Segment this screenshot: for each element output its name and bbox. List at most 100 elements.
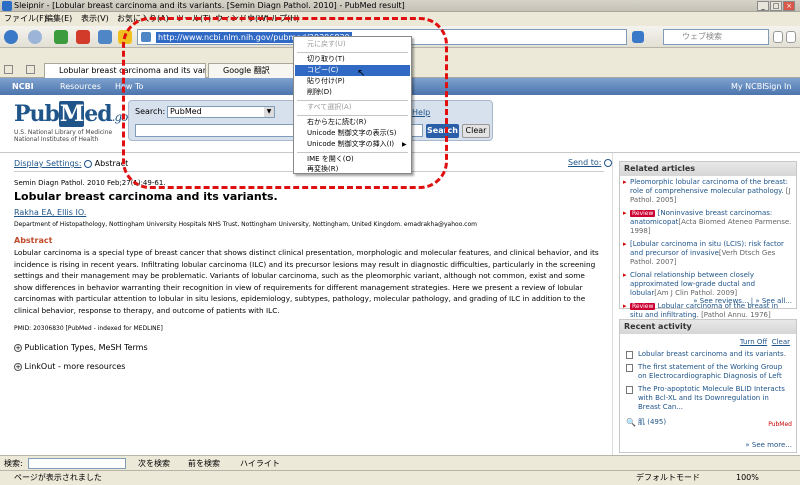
menu-separator — [297, 115, 408, 116]
back-icon[interactable] — [4, 30, 18, 44]
forward-icon[interactable] — [28, 30, 42, 44]
close-button[interactable]: × — [783, 1, 795, 11]
related-articles-panel: Related articles Pleomorphic lobular car… — [619, 161, 797, 319]
citation: Semin Diagn Pathol. 2010 Feb;27(1):49-61… — [14, 179, 166, 187]
menu-unicode-insert[interactable]: Unicode 制御文字の挿入(I) — [295, 139, 410, 150]
maximize-button[interactable]: □ — [770, 1, 782, 11]
logo-m: M — [58, 101, 84, 127]
display-settings-link[interactable]: Display Settings: — [14, 159, 82, 168]
see-more-link[interactable]: » See more... — [745, 441, 792, 449]
menu-rtl-reading[interactable]: 右から左に読む(R) — [295, 117, 410, 128]
chevron-down-icon[interactable] — [84, 159, 93, 168]
favorites-star-icon[interactable] — [118, 30, 132, 44]
tab-pubmed[interactable]: Lobular breast carcinoma and its variant… — [44, 63, 206, 78]
resources-menu[interactable]: Resources — [60, 78, 101, 95]
expand-icon[interactable]: + — [14, 362, 22, 371]
menu-paste[interactable]: 貼り付け(P) — [295, 76, 410, 87]
see-all-link[interactable]: » See all... — [755, 297, 792, 305]
right-sidebar: Related articles Pleomorphic lobular car… — [612, 153, 800, 455]
menu-copy[interactable]: コピー(C) — [295, 65, 410, 76]
document-icon — [626, 386, 633, 394]
reload-icon[interactable] — [54, 30, 68, 44]
web-search-input[interactable]: ウェブ検索 — [663, 29, 769, 45]
linkout-toggle[interactable]: LinkOut - more resources — [25, 362, 126, 371]
recent-item[interactable]: The first statement of the Working Group… — [620, 361, 796, 383]
sign-in-link[interactable]: Sign In — [764, 78, 791, 95]
recent-item[interactable]: Lobular breast carcinoma and its variant… — [620, 348, 796, 361]
menu-tools[interactable]: ツール(T) — [176, 12, 211, 26]
send-to-link[interactable]: Send to: — [568, 158, 601, 167]
ncbi-logo[interactable]: NCBI — [12, 78, 34, 95]
find-label: 検索: — [4, 459, 23, 468]
find-bar: 検索: 次を検索 前を検索 ハイライト — [0, 455, 800, 470]
recent-text[interactable]: The Pro-apoptotic Molecule BLID Interact… — [638, 385, 785, 411]
menu-select-all: すべて選択(A) — [307, 103, 352, 111]
clear-recent-link[interactable]: Clear — [772, 338, 790, 346]
menu-separator — [297, 52, 408, 53]
find-prev-button[interactable]: 前を検索 — [188, 456, 220, 471]
abstract-heading: Abstract — [14, 236, 53, 245]
recent-text[interactable]: The first statement of the Working Group… — [638, 363, 782, 380]
menu-view[interactable]: 表示(V) — [81, 12, 109, 26]
database-value: PubMed — [170, 107, 202, 116]
zoom-level[interactable]: 100% — [736, 471, 759, 485]
menu-separator — [297, 152, 408, 153]
menu-help[interactable]: ヘルプ(H) — [263, 12, 299, 26]
menu-undo: 元に戻す(U) — [307, 40, 346, 48]
recent-text[interactable]: Lobular breast carcinoma and its variant… — [638, 350, 786, 358]
related-text[interactable]: Pleomorphic lobular carcinoma of the bre… — [630, 178, 788, 195]
chevron-down-icon[interactable] — [603, 158, 612, 167]
abstract-text: Lobular carcinoma is a special type of b… — [14, 248, 599, 315]
nlm-text: U.S. National Library of Medicine Nation… — [14, 129, 112, 143]
menu-file[interactable]: ファイル(F) — [4, 12, 47, 26]
related-item[interactable]: Clonal relationship between closely appr… — [620, 269, 796, 300]
menu-edit[interactable]: 編集(E) — [45, 12, 72, 26]
recent-item[interactable]: The Pro-apoptotic Molecule BLID Interact… — [620, 383, 796, 414]
find-next-button[interactable]: 次を検索 — [138, 456, 170, 471]
tab-list-icon[interactable] — [4, 65, 13, 74]
clear-button[interactable]: Clear — [462, 124, 490, 138]
amazon-icon[interactable] — [773, 31, 783, 43]
related-item[interactable]: Review [Noninvasive breast carcinomas: a… — [620, 207, 796, 238]
recent-search-term[interactable]: 肌 (495) — [638, 418, 666, 426]
recent-search[interactable]: 🔍 肌 (495) PubMed — [620, 414, 796, 429]
see-reviews-link[interactable]: » See reviews... — [693, 297, 748, 305]
review-badge: Review — [630, 303, 656, 310]
related-item[interactable]: [Lobular carcinoma in situ (LCIS): risk … — [620, 238, 796, 269]
stop-icon[interactable] — [76, 30, 90, 44]
help-link[interactable]: Help — [412, 108, 430, 117]
pubtypes-toggle[interactable]: Publication Types, MeSH Terms — [25, 343, 148, 352]
pmid: PMID: 20306830 [PubMed - indexed for MED… — [14, 325, 163, 332]
menu-unicode-show[interactable]: Unicode 制御文字の表示(S) — [295, 128, 410, 139]
minimize-button[interactable]: _ — [757, 1, 769, 11]
mode-label[interactable]: デフォルトモード — [636, 471, 700, 485]
home-icon[interactable] — [98, 30, 112, 44]
status-bar: ページが表示されました デフォルトモード 100% — [0, 470, 800, 484]
database-select[interactable]: PubMed ▼ — [167, 106, 275, 118]
howto-menu[interactable]: How To — [115, 78, 143, 95]
highlight-button[interactable]: ハイライト — [240, 456, 280, 471]
pubmed-logo[interactable]: PubMed.gov — [14, 101, 134, 127]
menu-delete[interactable]: 削除(D) — [295, 87, 410, 98]
search-button[interactable]: Search — [426, 124, 459, 138]
document-icon — [626, 364, 633, 372]
related-item[interactable]: Pleomorphic lobular carcinoma of the bre… — [620, 176, 796, 207]
my-ncbi-link[interactable]: My NCBI — [731, 78, 765, 95]
menu-favorites[interactable]: お気に入り(A) — [117, 12, 169, 26]
go-icon[interactable] — [632, 31, 644, 43]
logo-pub: Pub — [14, 101, 60, 127]
authors-link[interactable]: Rakha EA, Ellis IO. — [14, 208, 86, 217]
related-heading: Related articles — [620, 162, 796, 176]
page-icon — [141, 32, 151, 42]
window-title: Sleipnir - [Lobular breast carcinoma and… — [14, 1, 405, 10]
find-input[interactable] — [28, 458, 126, 469]
menu-window[interactable]: ウィンドウ(W) — [215, 12, 269, 26]
expand-icon[interactable]: + — [14, 343, 22, 352]
menu-cut[interactable]: 切り取り(T) — [295, 54, 410, 65]
bing-icon[interactable] — [786, 31, 796, 43]
tab-google-translate[interactable]: Google 翻訳 — [208, 63, 302, 78]
submenu-arrow-icon: ▶ — [402, 141, 407, 148]
tab-menu-icon[interactable] — [26, 65, 35, 74]
menu-reconvert[interactable]: 再変換(R) — [295, 164, 410, 174]
turn-off-link[interactable]: Turn Off — [740, 338, 767, 346]
